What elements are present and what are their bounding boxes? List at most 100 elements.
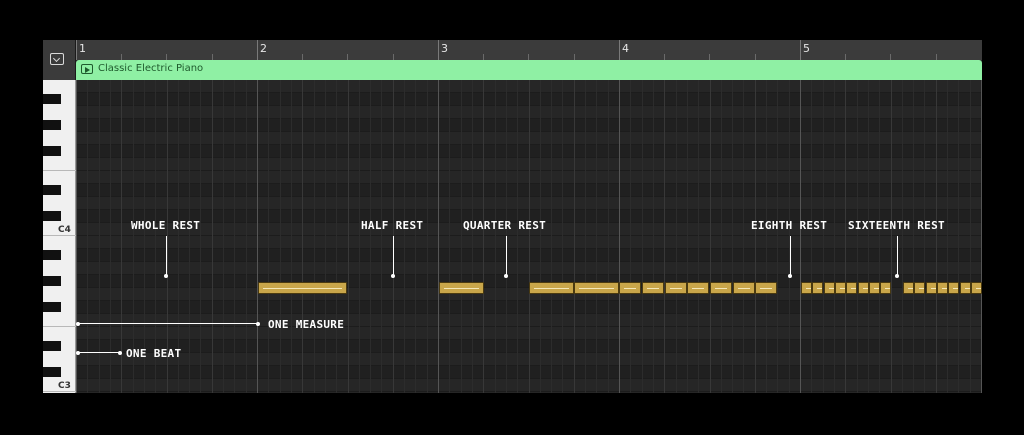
black-key[interactable] (43, 367, 61, 377)
half-rest-label: HALF REST (361, 219, 424, 232)
one-beat-label: ONE BEAT (126, 347, 182, 360)
grid-column-line (924, 80, 925, 393)
black-key[interactable] (43, 185, 61, 195)
bar-tick (800, 40, 801, 60)
grid-column-line (857, 80, 858, 393)
grid-column-line (653, 80, 654, 393)
midi-note[interactable] (574, 282, 619, 294)
note-velocity-line (942, 288, 947, 289)
region-header[interactable]: Classic Electric Piano (76, 60, 982, 80)
grid-column-line (619, 80, 620, 393)
grid-column-line (76, 80, 77, 393)
midi-note[interactable] (665, 282, 687, 294)
half-rest-pointer (393, 236, 394, 276)
black-key[interactable] (43, 302, 61, 312)
midi-note[interactable] (619, 282, 641, 294)
one-measure-line (78, 323, 258, 324)
region-play-icon[interactable] (81, 64, 93, 74)
grid-column-line (370, 80, 371, 393)
grid-column-line (483, 80, 484, 393)
midi-note[interactable] (439, 282, 484, 294)
note-velocity-line (738, 288, 750, 289)
grid-column-line (687, 80, 688, 393)
grid-column-line (879, 80, 880, 393)
grid-column-line (336, 80, 337, 393)
midi-note[interactable] (937, 282, 948, 294)
midi-note[interactable] (835, 282, 846, 294)
grid-column-line (608, 80, 609, 393)
note-velocity-line (692, 288, 704, 289)
black-key[interactable] (43, 341, 61, 351)
midi-note[interactable] (755, 282, 777, 294)
piano-keyboard[interactable]: C4 C3 (43, 80, 76, 393)
black-key[interactable] (43, 146, 61, 156)
note-velocity-line (817, 288, 822, 289)
grid-column-line (234, 80, 235, 393)
grid-column-line (981, 80, 982, 393)
midi-note[interactable] (258, 282, 347, 294)
grid-column-line (291, 80, 292, 393)
note-velocity-line (715, 288, 727, 289)
grid-column-line (99, 80, 100, 393)
midi-note[interactable] (529, 282, 574, 294)
octave-label-c4: C4 (58, 225, 71, 235)
grid-column-line (121, 80, 122, 393)
midi-note[interactable] (914, 282, 925, 294)
grid-column-line (325, 80, 326, 393)
midi-note[interactable] (801, 282, 812, 294)
note-velocity-line (840, 288, 845, 289)
midi-note[interactable] (903, 282, 914, 294)
grid-column-line (868, 80, 869, 393)
grid-column-line (495, 80, 496, 393)
midi-note[interactable] (733, 282, 755, 294)
midi-note[interactable] (812, 282, 823, 294)
grid-column-line (404, 80, 405, 393)
bar-number-1: 1 (79, 42, 86, 55)
grid-column-line (314, 80, 315, 393)
note-grid[interactable] (76, 80, 982, 393)
note-velocity-line (931, 288, 936, 289)
bar-number-5: 5 (803, 42, 810, 55)
half-rest-dot (391, 274, 395, 278)
whole-rest-label: WHOLE REST (131, 219, 201, 232)
note-velocity-line (919, 288, 924, 289)
midi-note[interactable] (846, 282, 857, 294)
grid-column-line (664, 80, 665, 393)
grid-column-line (359, 80, 360, 393)
sixteenth-rest-pointer (897, 236, 898, 276)
midi-note[interactable] (971, 282, 982, 294)
bar-ruler[interactable]: 1 2 3 4 5 (76, 40, 982, 60)
midi-note[interactable] (948, 282, 959, 294)
grid-column-line (381, 80, 382, 393)
midi-note[interactable] (880, 282, 891, 294)
grid-column-line (110, 80, 111, 393)
one-beat-line (78, 352, 120, 353)
midi-note[interactable] (642, 282, 664, 294)
black-key[interactable] (43, 211, 61, 221)
black-key[interactable] (43, 276, 61, 286)
bar-tick (438, 40, 439, 60)
grid-column-line (642, 80, 643, 393)
grid-column-line (223, 80, 224, 393)
midi-note[interactable] (824, 282, 835, 294)
black-key[interactable] (43, 120, 61, 130)
white-key-divider (43, 235, 76, 236)
grid-column-line (472, 80, 473, 393)
midi-note[interactable] (869, 282, 880, 294)
midi-note[interactable] (960, 282, 971, 294)
grid-column-line (970, 80, 971, 393)
grid-column-line (415, 80, 416, 393)
note-velocity-line (444, 288, 479, 289)
midi-note[interactable] (858, 282, 869, 294)
midi-note[interactable] (926, 282, 937, 294)
grid-column-line (562, 80, 563, 393)
midi-note[interactable] (687, 282, 709, 294)
note-velocity-line (863, 288, 868, 289)
grid-column-line (246, 80, 247, 393)
grid-column-line (721, 80, 722, 393)
black-key[interactable] (43, 250, 61, 260)
black-key[interactable] (43, 94, 61, 104)
midi-note[interactable] (710, 282, 732, 294)
view-menu-icon[interactable] (50, 53, 64, 65)
grid-column-line (200, 80, 201, 393)
